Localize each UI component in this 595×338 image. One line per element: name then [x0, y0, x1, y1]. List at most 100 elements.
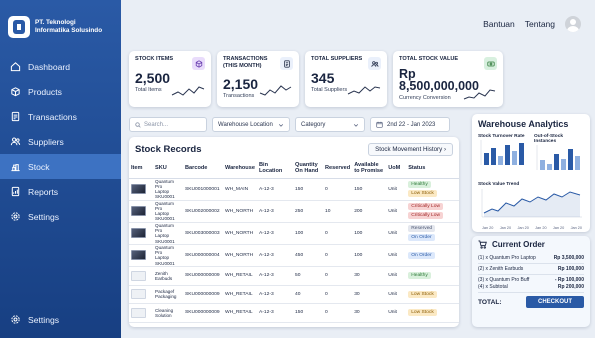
warehouse-cell: WH_RETAIL	[223, 285, 257, 305]
atp-cell: 200	[352, 200, 387, 223]
table-row[interactable]: Quantum Pro Laptop SKU0001 SKU002000002 WH_N…	[129, 200, 459, 223]
warehouse-value: WH_NORTH	[225, 230, 254, 236]
bin-value: A-12-3	[259, 310, 274, 316]
search-input[interactable]: Search...	[129, 117, 207, 132]
column-header[interactable]: Available to Promise	[352, 159, 387, 179]
avatar[interactable]	[565, 16, 581, 32]
date-range-picker[interactable]: 2nd 22 - Jan 2023	[370, 117, 450, 132]
sidebar-item-settings[interactable]: Settings	[0, 204, 121, 229]
sku-line: Quantum Pro	[155, 200, 174, 211]
sparkline	[463, 89, 496, 100]
order-line-amount: Rp 3,500,000	[553, 255, 584, 261]
table-row[interactable]: Quantum Pro Laptop SKU0001 SKU003000003 WH_N…	[129, 222, 459, 245]
sidebar-item-label: Stock	[28, 161, 50, 172]
stat-title: TOTAL STOCK VALUE	[399, 56, 459, 62]
column-header[interactable]: Warehouse	[223, 159, 257, 179]
reserved-value: 0	[325, 252, 328, 258]
column-header[interactable]: SKU	[153, 159, 183, 179]
status-badge: On Order	[408, 251, 435, 259]
stock-movement-history-button[interactable]: Stock Movement History ›	[368, 143, 453, 156]
qty-value: 450	[295, 252, 304, 258]
uom-value: Unit	[388, 310, 397, 316]
status-badges: Low Stock	[408, 290, 457, 299]
column-header[interactable]: Reserved	[323, 159, 353, 179]
axis-tick: Jan 20	[535, 226, 547, 230]
barcode-cell: SKU000000009	[183, 285, 223, 305]
column-header[interactable]: UoM	[386, 159, 407, 179]
uom-cell: Unit	[386, 244, 407, 268]
item-cell	[129, 266, 153, 286]
cube-icon	[192, 57, 205, 70]
qty-value: 150	[295, 310, 304, 316]
chevron-right-icon: ›	[443, 146, 446, 153]
status-cell: Critically LowCritically Low	[406, 200, 459, 223]
warehouse-cell: WH_MAIN	[223, 178, 257, 201]
sku-cell: Quantum Pro Laptop SKU0001	[153, 200, 183, 223]
sku-text: Quantum Pro Laptop SKU0001	[155, 201, 181, 222]
category-select[interactable]: Category	[295, 117, 365, 132]
records-header: Stock Records Stock Movement History ›	[129, 141, 459, 159]
qty-cell: 40	[293, 285, 323, 305]
order-line-label: (3) x Quantum Pro Buff (4) x Subtotal	[478, 277, 530, 290]
app-root: PT. Teknologi Informatika Solusindo Dash…	[0, 0, 595, 338]
warehouse-location-select[interactable]: Warehouse Location	[212, 117, 290, 132]
filter-bar: Search... Warehouse Location Category 2n…	[129, 117, 450, 132]
table-row[interactable]: Quantum Pro Laptop SKU0001 SKU001000001 WH_M…	[129, 178, 459, 201]
reserved-value: 10	[325, 208, 331, 214]
order-line-amount: Rp 100,000	[557, 266, 584, 272]
table-row[interactable]: Zenith Earbuds SKU000000009 WH_RETAIL A-12-3…	[129, 266, 459, 286]
barcode-cell: SKU002000002	[183, 200, 223, 223]
total-label: TOTAL:	[478, 298, 502, 306]
home-icon	[10, 62, 21, 72]
sidebar-item-products[interactable]: Products	[0, 79, 121, 104]
sidebar-item-dashboard[interactable]: Dashboard	[0, 54, 121, 79]
column-header[interactable]: Barcode	[183, 159, 223, 179]
stat-title: TOTAL SUPPLIERS	[311, 56, 363, 62]
column-header[interactable]: Quantity On Hand	[293, 159, 323, 179]
warehouse-cell: WH_RETAIL	[223, 266, 257, 286]
status-badge: On Order	[408, 234, 435, 242]
analytics-mini-charts: Stock Turnover Rate Out-of-Stock Instanc…	[478, 134, 584, 177]
bin-value: A-12-3	[259, 291, 274, 297]
column-header[interactable]: Bin Location	[257, 159, 293, 179]
sidebar-item-suppliers[interactable]: Suppliers	[0, 129, 121, 154]
barcode-value: SKU002000002	[185, 208, 220, 214]
status-badges: Healthy	[408, 271, 457, 280]
sidebar-item-transactions[interactable]: Transactions	[0, 104, 121, 129]
table-row[interactable]: Cleaning Solution SKU000000009 WH_RETAIL A-1…	[129, 303, 459, 323]
table-row[interactable]: Packagef Packaging SKU000000009 WH_RETAIL A-…	[129, 285, 459, 305]
column-header[interactable]: Item	[129, 159, 153, 179]
checkout-button[interactable]: CHECKOUT	[526, 296, 584, 308]
sku-line: Quantum Pro	[155, 178, 174, 189]
item-thumbnail	[131, 307, 146, 318]
help-link[interactable]: Bantuan	[483, 19, 515, 29]
order-line: (3) x Quantum Pro Buff (4) x Subtotal - …	[478, 275, 584, 293]
order-line: (2) x Zenith Earbuds Rp 100,000	[478, 264, 584, 275]
sidebar-item-reports[interactable]: Reports	[0, 179, 121, 204]
report-icon	[11, 186, 20, 197]
stock-value-trend-chart	[481, 189, 582, 218]
stat-card-suppliers: TOTAL SUPPLIERS 345 Total Suppliers	[305, 51, 387, 107]
warehouse-cell: WH_NORTH	[223, 222, 257, 245]
sidebar-item-label: Settings	[28, 314, 60, 325]
column-header[interactable]: Status	[406, 159, 459, 179]
table-row[interactable]: Quantum Pro Laptop SKU0001 SKU000000004 WH_N…	[129, 244, 459, 268]
status-badge: Critically Low	[408, 212, 444, 220]
sku-line: SKU0001	[155, 194, 175, 200]
analytics-title: Warehouse Analytics	[478, 119, 569, 129]
sku-cell: Zenith Earbuds	[153, 266, 183, 286]
uom-value: Unit	[388, 208, 397, 214]
stat-card-stock-value: TOTAL STOCK VALUE Rp 8,500,000,000 Curre…	[393, 51, 503, 107]
uom-cell: Unit	[386, 178, 407, 201]
axis-tick: Jan 20	[552, 226, 565, 230]
sidebar-item-settings-bottom[interactable]: Settings	[0, 307, 121, 332]
chevron-down-icon	[353, 123, 359, 127]
sidebar-item-label: Transactions	[28, 111, 77, 122]
barcode-value: SKU000000004	[185, 252, 220, 258]
item-cell	[129, 285, 153, 305]
status-badge: Low Stock	[408, 290, 437, 298]
about-link[interactable]: Tentang	[525, 19, 555, 29]
bin-cell: A-12-3	[257, 285, 293, 305]
sidebar: PT. Teknologi Informatika Solusindo Dash…	[0, 0, 121, 338]
sidebar-item-stock[interactable]: Stock	[0, 154, 121, 179]
